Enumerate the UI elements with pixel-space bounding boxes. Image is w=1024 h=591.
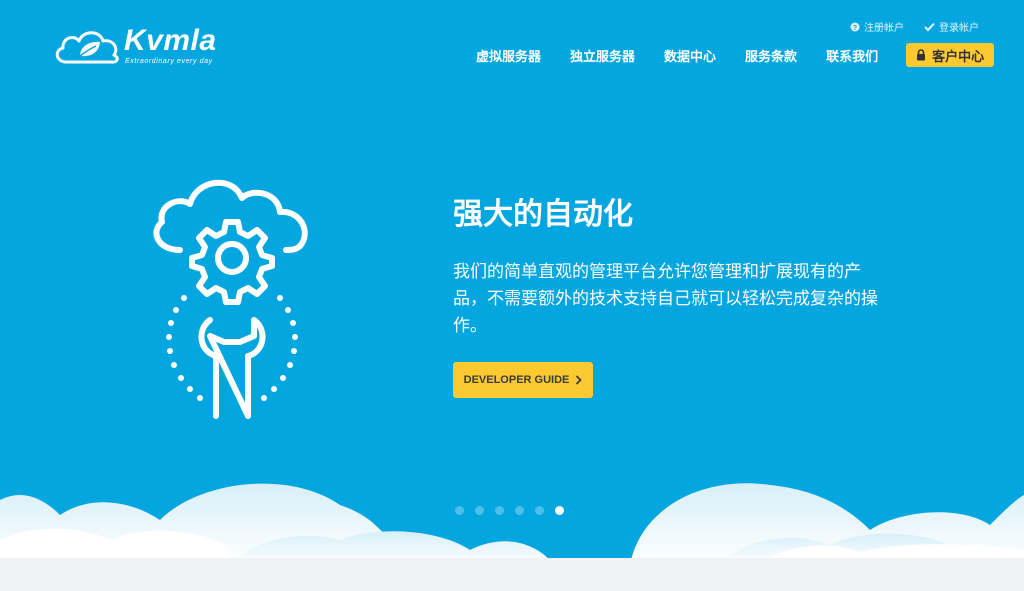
slider-dot[interactable]: [515, 506, 524, 515]
slider-dot[interactable]: [535, 506, 544, 515]
help-circle-icon: ?: [850, 22, 860, 32]
slider-dot[interactable]: [555, 506, 564, 515]
cloud-leaf-icon: [55, 31, 119, 64]
developer-guide-button[interactable]: DEVELOPER GUIDE: [453, 362, 593, 398]
slider-dot[interactable]: [475, 506, 484, 515]
hero-banner: Kvmla Extraordinary every day ? 注册帐户 登录帐…: [0, 0, 1024, 560]
brand-name: Kvmla: [124, 24, 217, 57]
hero-description: 我们的简单直观的管理平台允许您管理和扩展现有的产品，不需要额外的技术支持自己就可…: [453, 262, 878, 335]
client-center-label: 客户中心: [932, 48, 985, 64]
check-icon: [924, 22, 935, 31]
decorative-clouds: [0, 483, 1024, 560]
client-center-button[interactable]: 客户中心: [906, 43, 995, 67]
chevron-right-icon: [576, 375, 583, 385]
main-nav: 虚拟服务器 独立服务器 数据中心 服务条款 联系我们 客户中心: [476, 43, 995, 67]
register-link[interactable]: ? 注册帐户: [850, 19, 904, 34]
slider-dot[interactable]: [495, 506, 504, 515]
login-link[interactable]: 登录帐户: [924, 19, 979, 34]
hero-headline: 强大的自动化: [453, 198, 633, 231]
register-link-label: 注册帐户: [864, 23, 904, 34]
login-link-label: 登录帐户: [939, 23, 979, 34]
nav-item-vps[interactable]: 虚拟服务器: [476, 46, 541, 65]
brand-logo[interactable]: Kvmla Extraordinary every day: [52, 22, 242, 70]
slider-dots: [455, 506, 564, 515]
lock-icon: [917, 49, 926, 61]
brand-tagline: Extraordinary every day: [125, 58, 213, 65]
page-bottom-strip: [0, 558, 1024, 591]
account-links: ? 注册帐户 登录帐户: [850, 19, 979, 34]
nav-item-terms[interactable]: 服务条款: [745, 46, 797, 65]
nav-item-dedicated[interactable]: 独立服务器: [570, 46, 635, 65]
nav-item-contact[interactable]: 联系我们: [826, 46, 878, 65]
developer-guide-label: DEVELOPER GUIDE: [463, 374, 570, 386]
slider-dot[interactable]: [455, 506, 464, 515]
cloud-gear-wrench-icon: [153, 179, 308, 419]
nav-item-datacenter[interactable]: 数据中心: [664, 46, 716, 65]
svg-text:?: ?: [853, 25, 857, 32]
